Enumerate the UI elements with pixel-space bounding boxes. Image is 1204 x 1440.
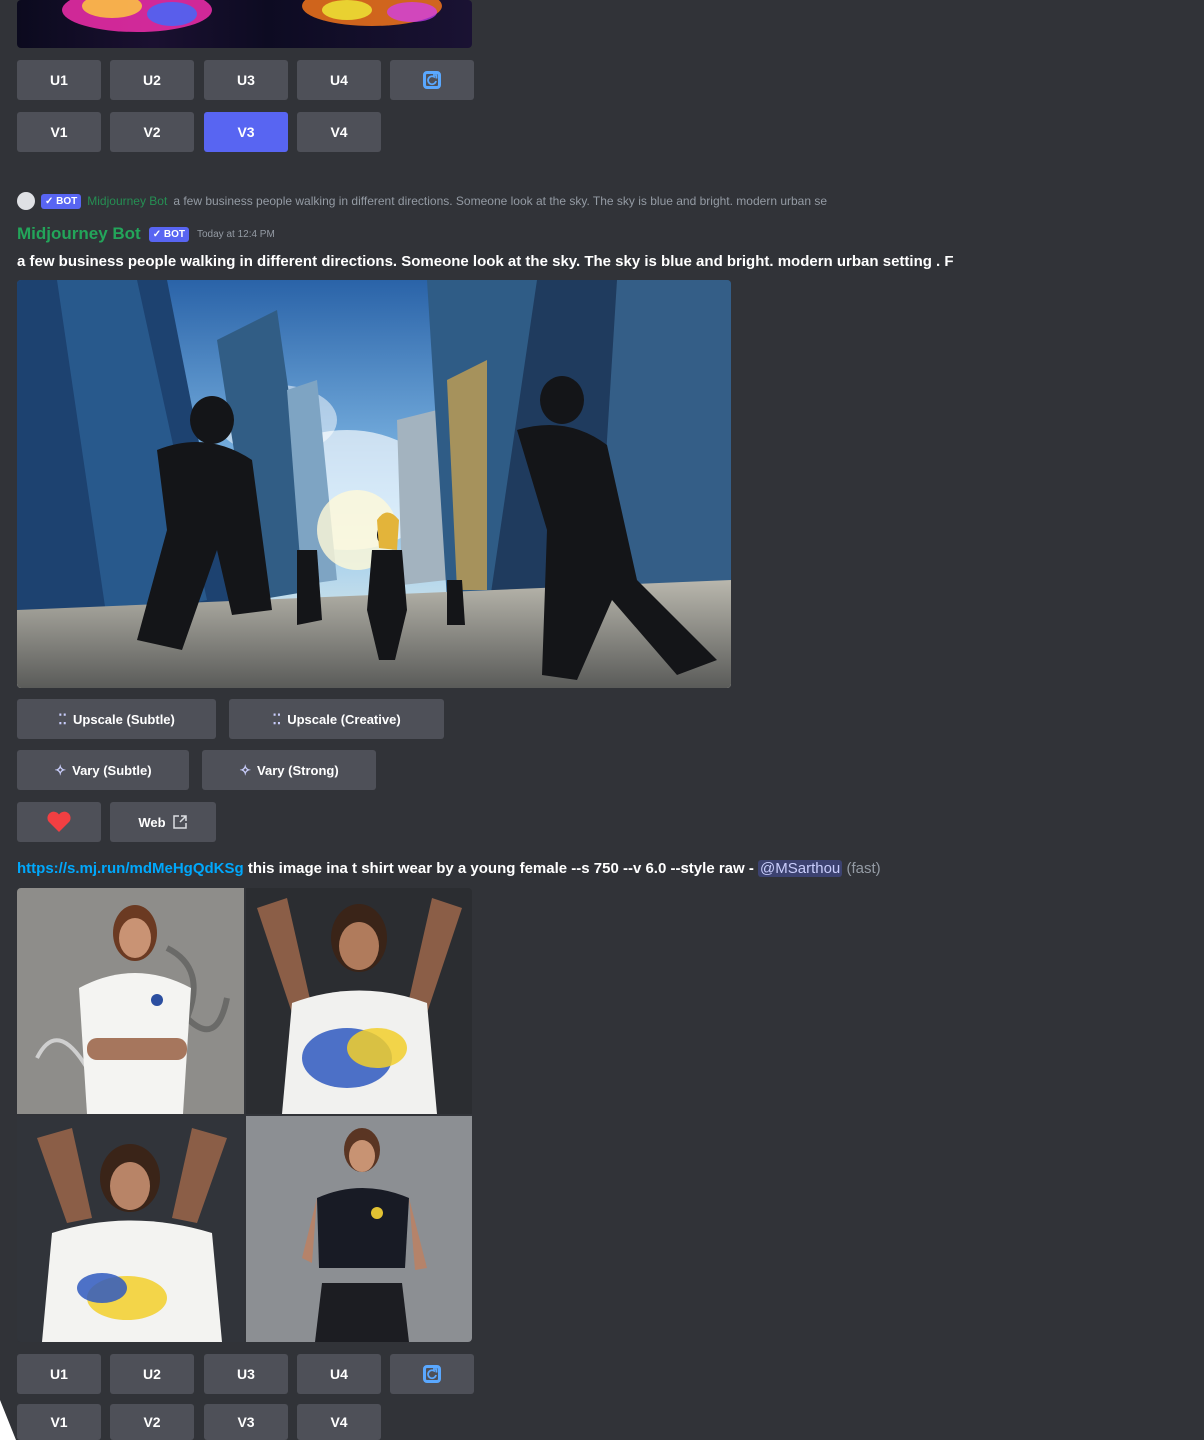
reply-text: a few business people walking in differe… bbox=[173, 194, 828, 208]
refresh-icon bbox=[423, 1365, 441, 1383]
generated-image-city[interactable] bbox=[17, 280, 731, 688]
vary-subtle-button[interactable]: ✧ Vary (Subtle) bbox=[17, 750, 189, 790]
message-prompt: a few business people walking in differe… bbox=[17, 253, 954, 270]
reply-author[interactable]: Midjourney Bot bbox=[87, 194, 167, 208]
variation-button-1[interactable]: V1 bbox=[17, 112, 101, 152]
upscale-creative-label: Upscale (Creative) bbox=[287, 711, 401, 727]
upscale-button-2[interactable]: U2 bbox=[110, 1354, 194, 1394]
upscale-subtle-button[interactable]: ⁚⁚ Upscale (Subtle) bbox=[17, 699, 216, 739]
upscale-icon: ⁚⁚ bbox=[58, 710, 68, 727]
upscale-button-1[interactable]: U1 bbox=[17, 1354, 101, 1394]
bot-badge: ✓ BOT bbox=[148, 226, 189, 242]
upscale-button-3[interactable]: U3 bbox=[204, 1354, 288, 1394]
web-label: Web bbox=[138, 814, 166, 830]
top-generated-image[interactable] bbox=[17, 0, 472, 48]
heart-icon bbox=[47, 811, 71, 832]
variation-button-4[interactable]: V4 bbox=[297, 1404, 381, 1440]
refresh-icon bbox=[423, 71, 441, 89]
message-header: Midjourney Bot ✓ BOT Today at 12:4 PM bbox=[17, 222, 275, 246]
second-prompt: this image ina t shirt wear by a young f… bbox=[243, 860, 759, 877]
user-mention[interactable]: @MSarthou bbox=[758, 860, 843, 877]
tshirt-grid-illustration bbox=[17, 888, 472, 1342]
variation-button-3[interactable]: V3 bbox=[204, 1404, 288, 1440]
upscale-button-4[interactable]: U4 bbox=[297, 1354, 381, 1394]
image-link[interactable]: https://s.mj.run/mdMeHgQdKSg bbox=[17, 860, 244, 877]
sparkle-icon: ✧ bbox=[54, 761, 67, 778]
avatar bbox=[17, 192, 35, 210]
variation-button-3[interactable]: V3 bbox=[204, 112, 288, 152]
vary-subtle-label: Vary (Subtle) bbox=[72, 762, 152, 778]
upscale-button-3[interactable]: U3 bbox=[204, 60, 288, 100]
upscale-creative-button[interactable]: ⁚⁚ Upscale (Creative) bbox=[229, 699, 444, 739]
second-message-text: https://s.mj.run/mdMeHgQdKSg this image … bbox=[17, 860, 1204, 877]
bot-tag: ✓ BOT bbox=[41, 193, 82, 209]
upscale-button-2[interactable]: U2 bbox=[110, 60, 194, 100]
vary-strong-label: Vary (Strong) bbox=[257, 762, 339, 778]
reroll-button[interactable] bbox=[390, 60, 474, 100]
reroll-button[interactable] bbox=[390, 1354, 474, 1394]
window-corner bbox=[0, 1400, 16, 1440]
upscale-icon: ⁚⁚ bbox=[272, 710, 282, 727]
variation-button-1[interactable]: V1 bbox=[17, 1404, 101, 1440]
upscale-subtle-label: Upscale (Subtle) bbox=[73, 711, 175, 727]
variation-button-2[interactable]: V2 bbox=[110, 1404, 194, 1440]
favorite-button[interactable] bbox=[17, 802, 101, 842]
reply-preview[interactable]: ✓ BOT Midjourney Bot a few business peop… bbox=[17, 191, 1204, 211]
author-name[interactable]: Midjourney Bot bbox=[17, 224, 141, 244]
external-link-icon bbox=[172, 815, 187, 829]
image-grid[interactable] bbox=[17, 888, 472, 1342]
variation-button-4[interactable]: V4 bbox=[297, 112, 381, 152]
vary-strong-button[interactable]: ✧ Vary (Strong) bbox=[202, 750, 376, 790]
sparkle-icon: ✧ bbox=[239, 761, 252, 778]
variation-button-2[interactable]: V2 bbox=[110, 112, 194, 152]
timestamp: Today at 12:4 PM bbox=[196, 228, 275, 240]
upscale-button-4[interactable]: U4 bbox=[297, 60, 381, 100]
upscale-button-1[interactable]: U1 bbox=[17, 60, 101, 100]
city-street-illustration bbox=[17, 280, 731, 688]
speed-label: (fast) bbox=[842, 860, 881, 877]
neon-art-thumbnail bbox=[62, 0, 442, 32]
web-button[interactable]: Web bbox=[110, 802, 216, 842]
